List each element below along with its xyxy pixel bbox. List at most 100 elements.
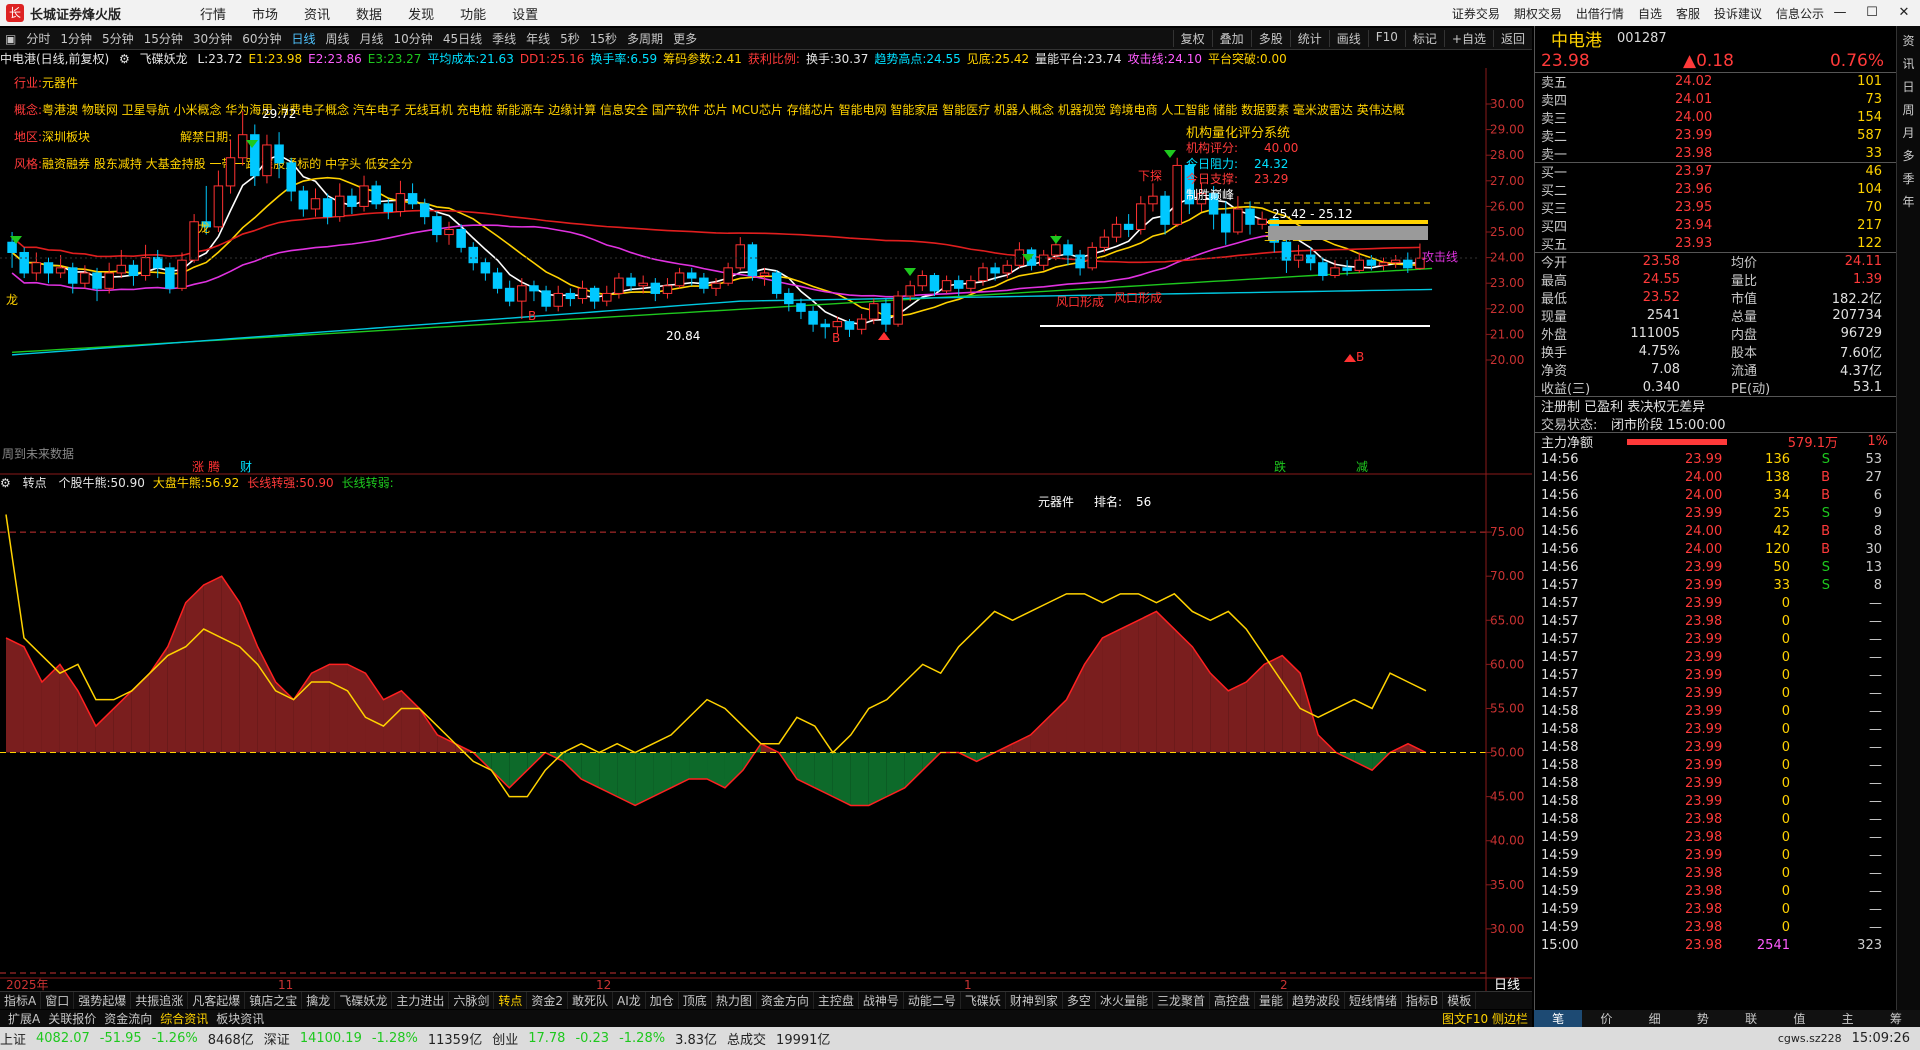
candle[interactable] bbox=[735, 237, 746, 271]
candle[interactable] bbox=[529, 280, 539, 302]
top-link[interactable]: 出借行情 bbox=[1576, 5, 1624, 22]
candle[interactable] bbox=[796, 298, 806, 320]
candle[interactable] bbox=[1148, 183, 1158, 212]
gear-icon[interactable]: ⚙ bbox=[0, 476, 11, 490]
sh-label[interactable]: 上证 bbox=[0, 1029, 26, 1048]
candle[interactable] bbox=[274, 132, 284, 179]
candle[interactable] bbox=[347, 188, 357, 215]
candle[interactable] bbox=[92, 267, 102, 302]
candle[interactable] bbox=[140, 244, 151, 281]
candle[interactable] bbox=[480, 257, 491, 281]
candle[interactable] bbox=[602, 285, 612, 307]
indicator-tab[interactable]: 短线情绪 bbox=[1345, 992, 1403, 1009]
extension-tab[interactable]: 扩展A bbox=[4, 1010, 44, 1027]
indicator-tab[interactable]: 六脉剑 bbox=[449, 992, 495, 1009]
indicator-tab[interactable]: 顶底 bbox=[679, 992, 712, 1009]
indicator-tab[interactable]: 指标B bbox=[1402, 992, 1444, 1009]
candle[interactable] bbox=[1123, 214, 1134, 238]
candle[interactable] bbox=[626, 272, 636, 291]
sidebar-item[interactable]: 季 bbox=[1902, 170, 1914, 187]
tool-button[interactable]: 标记 bbox=[1404, 30, 1444, 47]
indicator-tab[interactable]: 资金方向 bbox=[757, 992, 814, 1009]
candle[interactable] bbox=[492, 267, 503, 294]
cy-label[interactable]: 创业 bbox=[492, 1029, 518, 1048]
indicator-name[interactable]: 飞碟妖龙 bbox=[140, 52, 188, 66]
period-tab[interactable]: 15秒 bbox=[585, 30, 622, 47]
layout-icon[interactable]: ▣ bbox=[0, 32, 21, 46]
sidebar-item[interactable]: 资 bbox=[1902, 32, 1914, 49]
candle[interactable] bbox=[104, 262, 114, 294]
quote-tab[interactable]: 细 bbox=[1631, 1010, 1679, 1027]
period-tab[interactable]: 年线 bbox=[521, 30, 555, 47]
indicator-tab[interactable]: 镇店之宝 bbox=[245, 992, 303, 1009]
candle[interactable] bbox=[941, 275, 952, 294]
candle[interactable] bbox=[1172, 157, 1182, 227]
candle[interactable] bbox=[298, 185, 309, 217]
period-tab[interactable]: 分时 bbox=[21, 30, 55, 47]
indicator-tab[interactable]: 转点 bbox=[494, 992, 528, 1009]
indicator-tab[interactable]: 擒龙 bbox=[302, 992, 336, 1009]
candle[interactable] bbox=[917, 270, 928, 291]
candle[interactable] bbox=[213, 170, 224, 232]
extension-tab[interactable]: 板块资讯 bbox=[212, 1010, 268, 1027]
candle[interactable] bbox=[638, 275, 648, 294]
candle[interactable] bbox=[820, 319, 830, 339]
candle[interactable] bbox=[723, 262, 733, 286]
candle[interactable] bbox=[286, 157, 296, 202]
menu-item[interactable]: 行情 bbox=[200, 8, 226, 23]
period-tab[interactable]: 10分钟 bbox=[389, 30, 438, 47]
indicator-tab[interactable]: 凡客起爆 bbox=[188, 992, 246, 1009]
extension-tab[interactable]: 资金流向 bbox=[100, 1010, 156, 1027]
indicator-tab[interactable]: 主控盘 bbox=[814, 992, 859, 1009]
f10-sidebar-link[interactable]: 图文F10 侧边栏 bbox=[1438, 1010, 1532, 1027]
indicator-tab[interactable]: 共振追涨 bbox=[131, 992, 189, 1009]
top-link[interactable]: 自选 bbox=[1638, 5, 1662, 22]
indicator-tab[interactable]: 战神号 bbox=[859, 992, 904, 1009]
candle[interactable] bbox=[262, 134, 272, 184]
menu-item[interactable]: 设置 bbox=[512, 8, 538, 23]
indicator-tab[interactable]: 敢死队 bbox=[568, 992, 614, 1009]
tool-button[interactable]: +自选 bbox=[1443, 30, 1493, 47]
candle[interactable] bbox=[650, 278, 661, 302]
indicator-tab[interactable]: 飞碟妖 bbox=[961, 992, 1006, 1009]
quote-tab[interactable]: 笔 bbox=[1534, 1010, 1583, 1027]
indicator-tab[interactable]: 指标A bbox=[0, 992, 42, 1009]
quote-tab[interactable]: 价 bbox=[1582, 1010, 1630, 1027]
candle[interactable] bbox=[577, 280, 588, 304]
candle[interactable] bbox=[1160, 191, 1170, 235]
candle[interactable] bbox=[674, 267, 685, 289]
candle[interactable] bbox=[856, 313, 867, 335]
indicator-tab[interactable]: 热力图 bbox=[712, 992, 757, 1009]
tool-button[interactable]: 画线 bbox=[1328, 30, 1368, 47]
kline-chart[interactable]: 29.72 20.84 25.42 - 25.12 机构量化评分系统机构评分: 40.0… bbox=[0, 68, 1532, 991]
maximize-icon[interactable]: ☐ bbox=[1856, 0, 1888, 26]
menu-item[interactable]: 发现 bbox=[408, 8, 434, 23]
top-link[interactable]: 证券交易 bbox=[1452, 5, 1500, 22]
extension-tab[interactable]: 关联报价 bbox=[44, 1010, 100, 1027]
candle[interactable] bbox=[1293, 244, 1304, 268]
menu-item[interactable]: 数据 bbox=[356, 8, 382, 23]
indicator-tab[interactable]: 冰火量能 bbox=[1096, 992, 1153, 1009]
candle[interactable] bbox=[1038, 249, 1049, 271]
candle[interactable] bbox=[747, 242, 758, 281]
sidebar-item[interactable]: 日 bbox=[1902, 78, 1914, 95]
top-link[interactable]: 期权交易 bbox=[1514, 5, 1562, 22]
top-link[interactable]: 信息公示 bbox=[1776, 5, 1824, 22]
candle[interactable] bbox=[371, 180, 381, 209]
indicator-tab[interactable]: 加仓 bbox=[646, 992, 679, 1009]
indicator-tab[interactable]: 动能二号 bbox=[904, 992, 961, 1009]
period-tab[interactable]: 日线 bbox=[286, 30, 320, 47]
candle[interactable] bbox=[1136, 196, 1146, 235]
candle[interactable] bbox=[395, 180, 406, 217]
indicator-tab[interactable]: 量能 bbox=[1255, 992, 1288, 1009]
top-link[interactable]: 投诉建议 bbox=[1714, 5, 1762, 22]
tool-button[interactable]: 统计 bbox=[1289, 30, 1329, 47]
candle[interactable] bbox=[250, 124, 260, 186]
indicator-tab[interactable]: 主力进出 bbox=[392, 992, 450, 1009]
quote-tab[interactable]: 势 bbox=[1679, 1010, 1727, 1027]
sub-indicator-name[interactable]: 转点 bbox=[23, 476, 47, 490]
period-tab[interactable]: 月线 bbox=[355, 30, 389, 47]
period-tab[interactable]: 5秒 bbox=[555, 30, 585, 47]
candle[interactable] bbox=[504, 280, 515, 307]
tool-button[interactable]: 复权 bbox=[1172, 30, 1212, 47]
